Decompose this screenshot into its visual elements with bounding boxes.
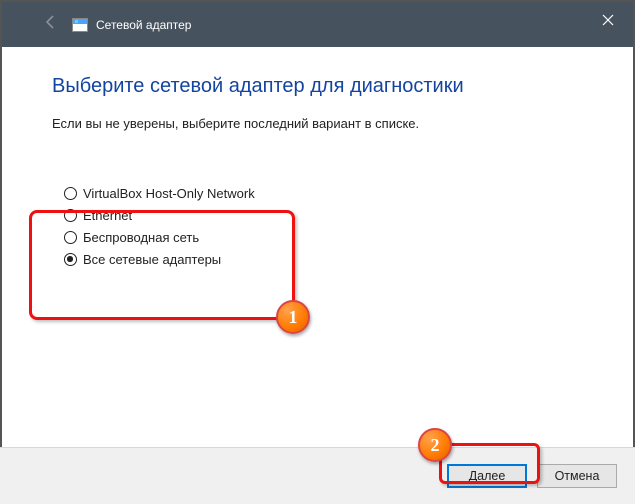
radio-input[interactable] xyxy=(64,231,77,244)
radio-option-wireless[interactable]: Беспроводная сеть xyxy=(64,230,320,245)
titlebar: Сетевой адаптер xyxy=(2,2,633,47)
radio-input[interactable] xyxy=(64,187,77,200)
radio-input[interactable] xyxy=(64,209,77,222)
page-subtext: Если вы не уверены, выберите последний в… xyxy=(52,116,583,131)
radio-input[interactable] xyxy=(64,253,77,266)
radio-option-ethernet[interactable]: Ethernet xyxy=(64,208,320,223)
radio-label: Беспроводная сеть xyxy=(83,230,199,245)
radio-label: Ethernet xyxy=(83,208,132,223)
button-bar: Далее Отмена xyxy=(0,447,635,504)
content-area: Выберите сетевой адаптер для диагностики… xyxy=(2,47,633,310)
back-arrow-icon[interactable] xyxy=(42,13,60,36)
annotation-badge-1: 1 xyxy=(276,300,310,334)
radio-option-all-adapters[interactable]: Все сетевые адаптеры xyxy=(64,252,320,267)
radio-label: Все сетевые адаптеры xyxy=(83,252,221,267)
button-label: Далее xyxy=(469,469,506,483)
adapter-radio-group: VirtualBox Host-Only Network Ethernet Бе… xyxy=(52,171,332,290)
network-adapter-icon xyxy=(72,18,88,32)
annotation-badge-2: 2 xyxy=(418,428,452,462)
window-frame: Сетевой адаптер Выберите сетевой адаптер… xyxy=(0,0,635,504)
button-label: Отмена xyxy=(555,469,600,483)
radio-label: VirtualBox Host-Only Network xyxy=(83,186,255,201)
close-button[interactable] xyxy=(583,2,633,37)
next-button[interactable]: Далее xyxy=(447,464,527,488)
cancel-button[interactable]: Отмена xyxy=(537,464,617,488)
window-title: Сетевой адаптер xyxy=(96,18,191,32)
page-heading: Выберите сетевой адаптер для диагностики xyxy=(52,75,583,98)
radio-option-virtualbox[interactable]: VirtualBox Host-Only Network xyxy=(64,186,320,201)
